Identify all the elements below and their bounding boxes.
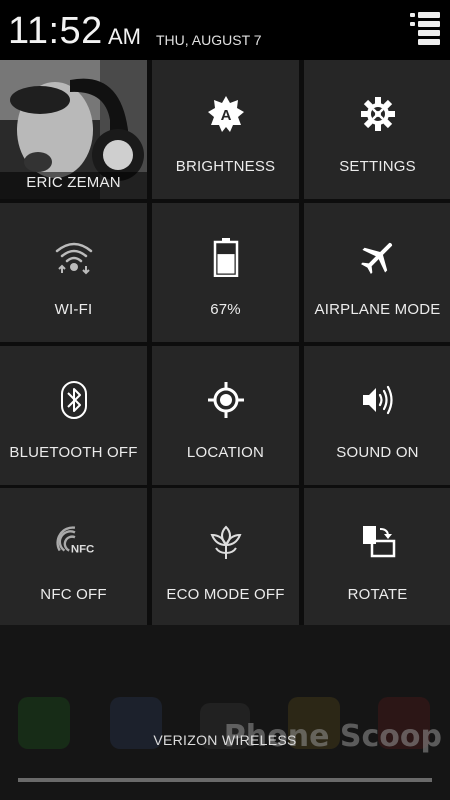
carrier-label: VERIZON WIRELESS	[153, 732, 297, 748]
battery-fill	[217, 254, 234, 274]
rotate-tile[interactable]: ROTATE	[304, 488, 450, 627]
airplane-mode-label: AIRPLANE MODE	[314, 301, 441, 318]
dimmed-home-screen	[0, 625, 450, 800]
brightness-label: BRIGHTNESS	[175, 158, 276, 175]
location-icon	[206, 380, 246, 420]
location-label: LOCATION	[186, 444, 265, 461]
airplane-mode-tile[interactable]: AIRPLANE MODE	[304, 203, 450, 342]
rotate-icon	[358, 522, 398, 562]
location-tile[interactable]: LOCATION	[152, 346, 299, 485]
profile-tile[interactable]: ERIC ZEMAN	[0, 60, 147, 199]
battery-icon	[206, 237, 246, 277]
wifi-tile[interactable]: WI-FI	[0, 203, 147, 342]
eco-mode-label: ECO MODE OFF	[166, 586, 285, 603]
gear-icon	[358, 94, 398, 134]
leaf-icon	[206, 522, 246, 562]
bluetooth-tile[interactable]: BLUETOOTH OFF	[0, 346, 147, 485]
date-label: THU, AUGUST 7	[156, 32, 262, 48]
wifi-label: WI-FI	[54, 301, 93, 318]
brightness-auto-icon: A	[206, 94, 246, 134]
nfc-label: NFC OFF	[40, 586, 107, 603]
bluetooth-label: BLUETOOTH OFF	[9, 444, 138, 461]
airplane-icon	[358, 237, 398, 277]
svg-text:A: A	[220, 107, 231, 124]
notifications-list-icon[interactable]	[410, 12, 440, 46]
wifi-icon	[54, 237, 94, 277]
nfc-icon: NFC	[54, 522, 94, 562]
eco-mode-tile[interactable]: ECO MODE OFF	[152, 488, 299, 627]
brightness-tile[interactable]: A BRIGHTNESS	[152, 60, 299, 199]
settings-tile[interactable]: SETTINGS	[304, 60, 450, 199]
status-bar: 11:52 AM THU, AUGUST 7	[0, 0, 450, 60]
settings-label: SETTINGS	[339, 158, 416, 175]
sound-label: SOUND ON	[336, 444, 419, 461]
profile-name: ERIC ZEMAN	[26, 174, 121, 191]
clock-ampm: AM	[108, 24, 141, 49]
rotate-label: ROTATE	[347, 586, 408, 603]
clock-time: 11:52	[8, 10, 103, 52]
battery-label: 67%	[210, 301, 241, 318]
drag-handle[interactable]	[18, 778, 432, 782]
battery-tile[interactable]: 67%	[152, 203, 299, 342]
speaker-icon	[358, 380, 398, 420]
svg-text:NFC: NFC	[70, 543, 93, 555]
sound-tile[interactable]: SOUND ON	[304, 346, 450, 485]
nfc-tile[interactable]: NFC NFC OFF	[0, 488, 147, 627]
bluetooth-icon	[54, 380, 94, 420]
